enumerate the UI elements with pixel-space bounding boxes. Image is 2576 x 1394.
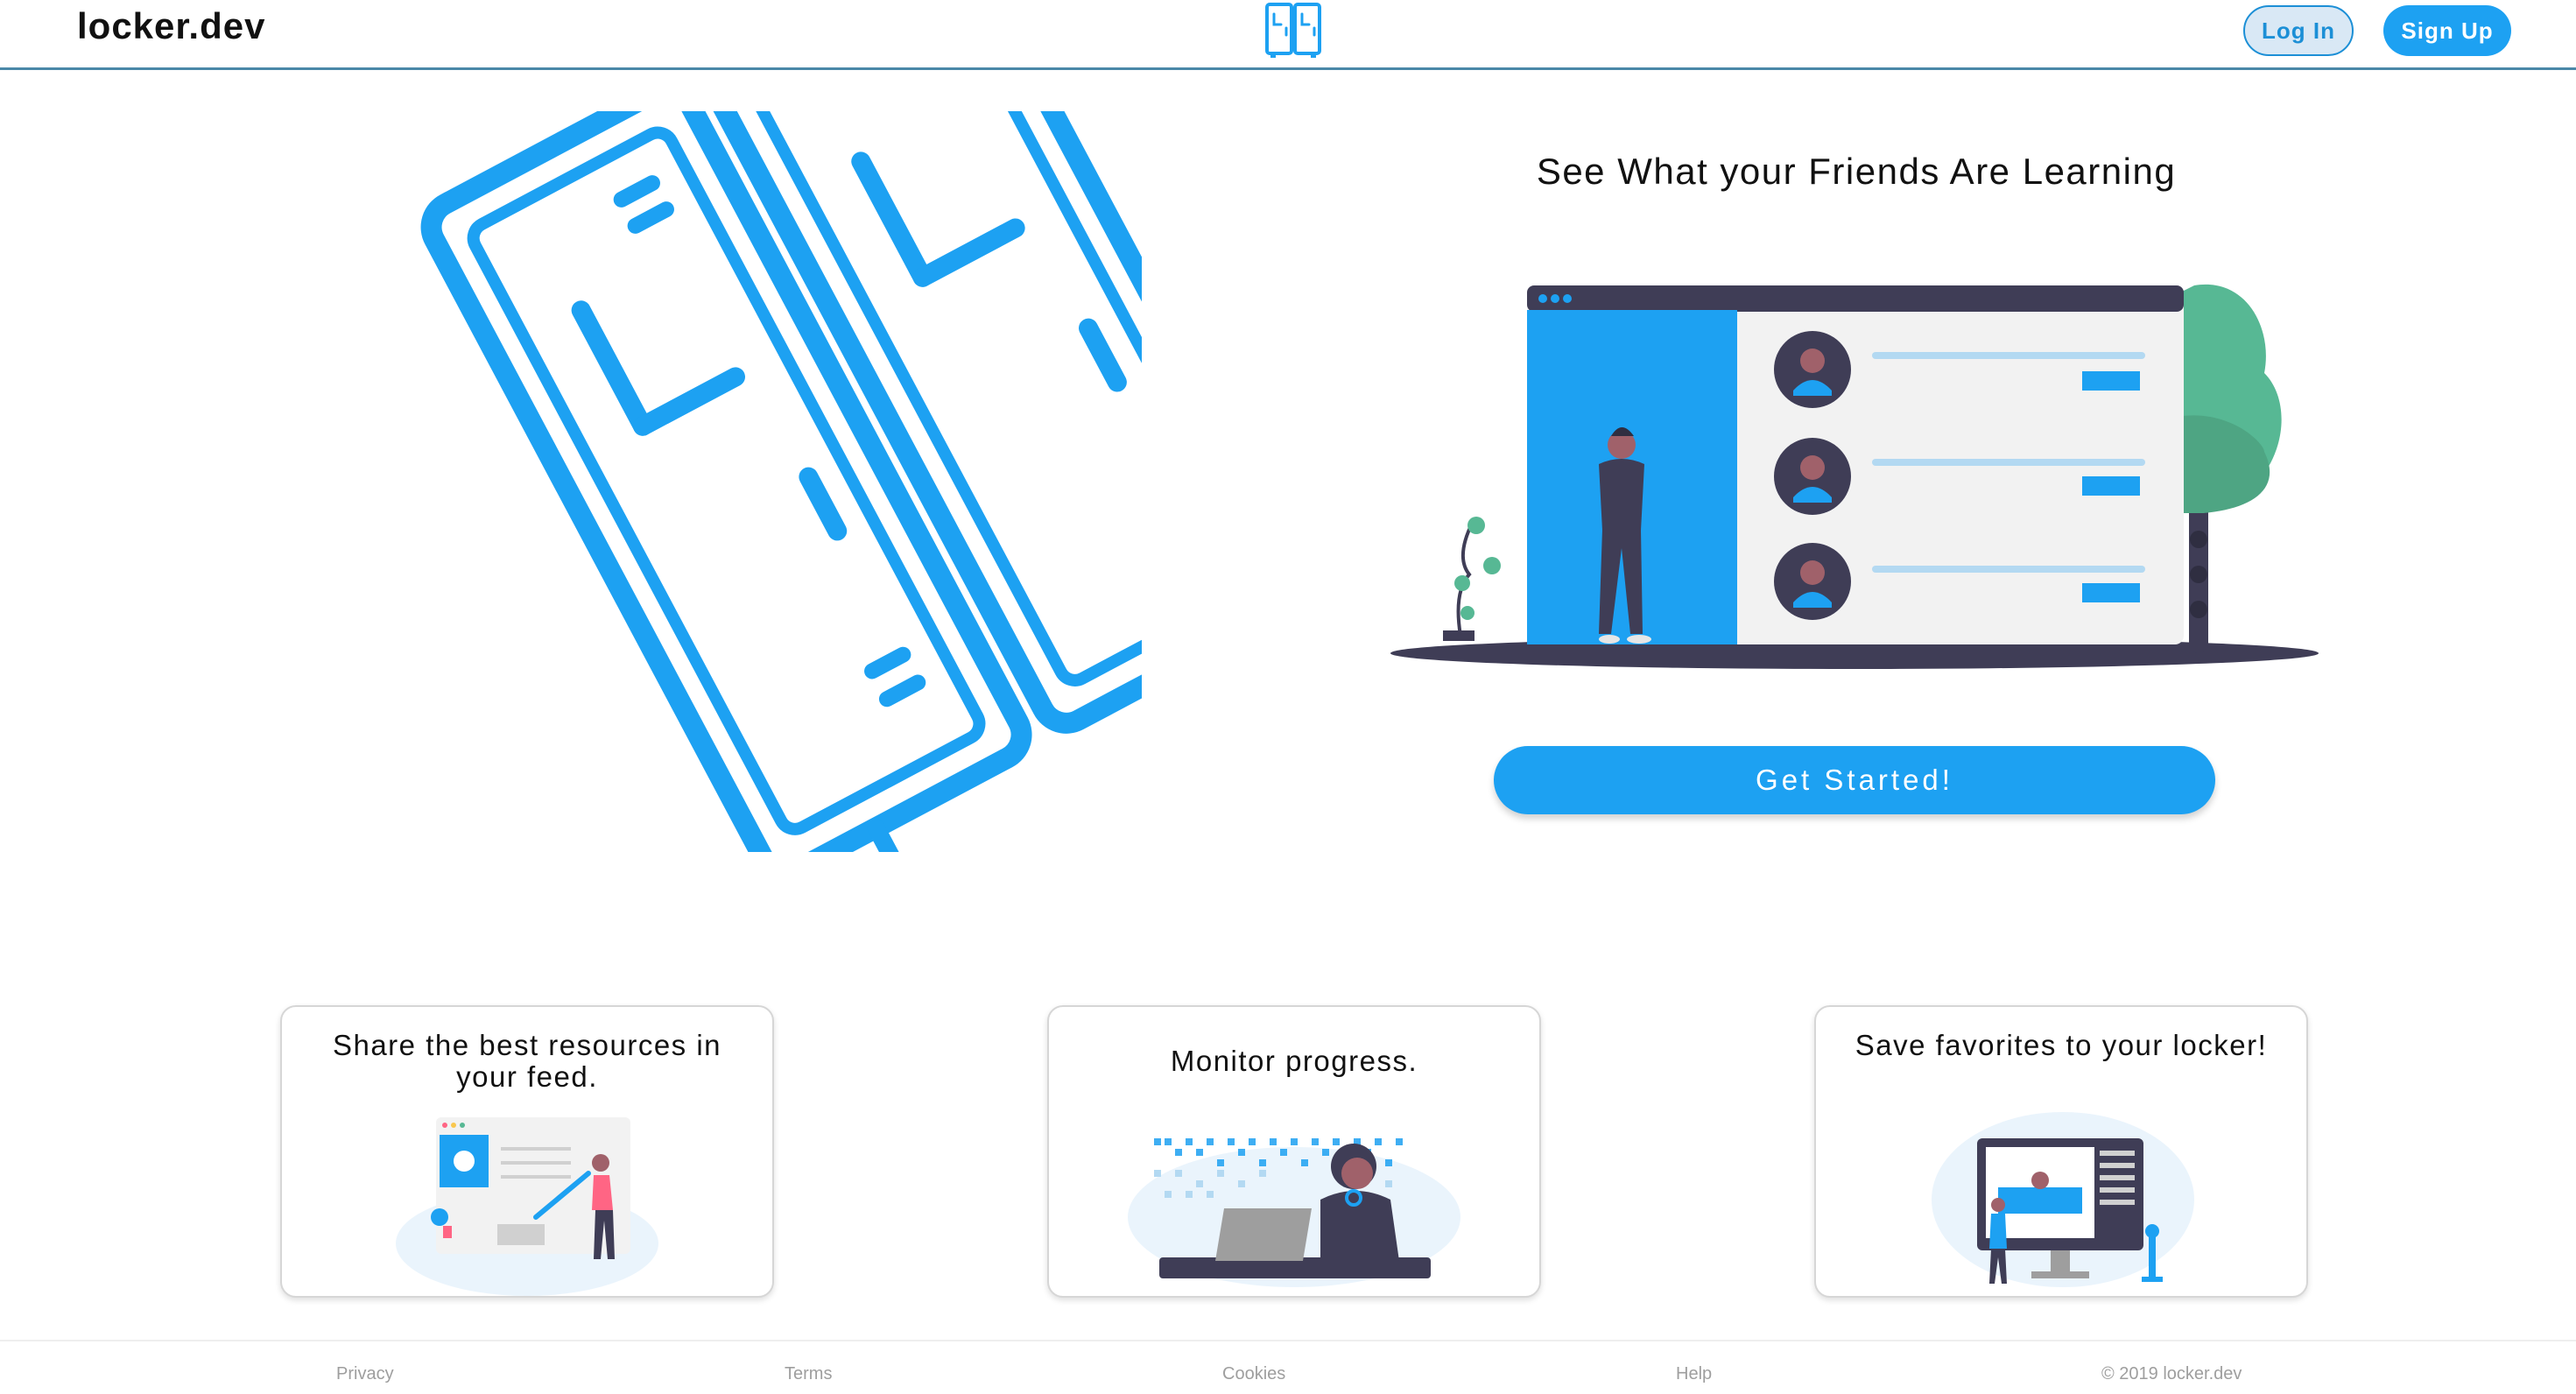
get-started-button[interactable]: Get Started! xyxy=(1494,746,2215,814)
footer-link-terms[interactable]: Terms xyxy=(785,1364,832,1384)
locker-icon[interactable] xyxy=(1264,2,1322,60)
footer-copyright: © 2019 locker.dev xyxy=(2101,1364,2242,1383)
feature-card-favorites[interactable]: Save favorites to your locker! xyxy=(1814,1005,2308,1298)
brand-logo-text[interactable]: locker.dev xyxy=(77,5,265,47)
feature-card-title: Share the best resources in your feed. xyxy=(332,1029,722,1093)
feature-card-progress[interactable]: Monitor progress. xyxy=(1047,1005,1541,1298)
friends-feed-illustration xyxy=(1389,277,2320,676)
share-resources-illustration xyxy=(396,1117,658,1296)
feature-card-title: Monitor progress. xyxy=(1170,1045,1418,1077)
signup-button[interactable]: Sign Up xyxy=(2383,5,2511,56)
footer-link-cookies[interactable]: Cookies xyxy=(1222,1364,1285,1384)
footer-link-privacy[interactable]: Privacy xyxy=(336,1364,394,1384)
save-favorites-illustration xyxy=(1932,1112,2194,1287)
feature-card-share[interactable]: Share the best resources in your feed. xyxy=(280,1005,774,1298)
login-button[interactable]: Log In xyxy=(2243,5,2354,56)
hero-title: See What your Friends Are Learning xyxy=(1536,151,2177,192)
top-navbar: locker.dev Log In Sign Up xyxy=(0,0,2576,70)
lockers-illustration xyxy=(370,111,1142,852)
feature-card-title: Save favorites to your locker! xyxy=(1855,1029,2268,1061)
monitor-progress-illustration xyxy=(1128,1138,1460,1287)
footer: Privacy Terms Cookies Help © 2019 locker… xyxy=(0,1340,2576,1394)
footer-link-help[interactable]: Help xyxy=(1676,1364,1712,1384)
